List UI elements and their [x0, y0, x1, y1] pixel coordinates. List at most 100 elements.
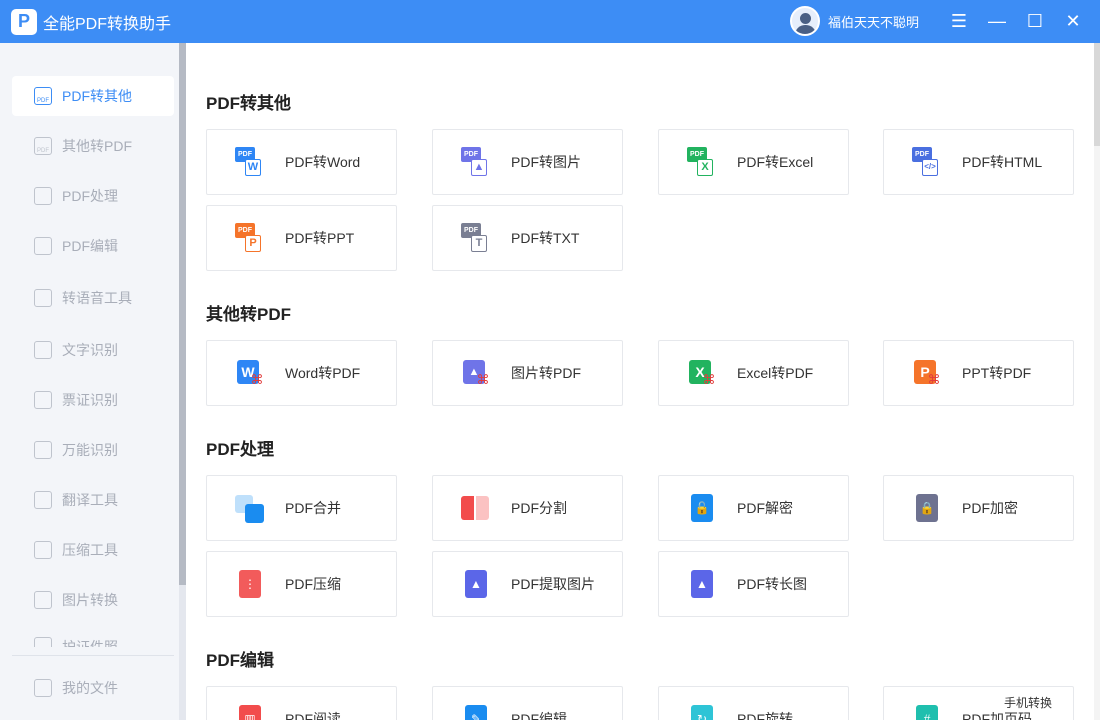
pdf-edit-card[interactable]: ✎ PDF编辑: [432, 686, 623, 720]
card-label: PDF阅读: [285, 711, 341, 720]
pdf-to-ppt-icon: PDF P: [235, 223, 265, 253]
sidebar-item-label: 票证识别: [62, 392, 118, 408]
sidebar-item-label: PDF处理: [62, 188, 118, 204]
card-label: Excel转PDF: [737, 365, 814, 381]
pdf-compress-icon: ⋮: [235, 569, 265, 599]
pdf-page-number-icon: #: [912, 704, 942, 720]
sidebar-item-label: PDF转其他: [62, 88, 132, 104]
card-label: PDF转Word: [285, 154, 361, 170]
sidebar-item-voice-tool[interactable]: 转语音工具: [12, 278, 174, 318]
card-label: PDF编辑: [511, 711, 567, 720]
sidebar-divider: [12, 655, 174, 656]
pdf-read-icon: ▥: [235, 704, 265, 720]
card-label: PDF旋转: [737, 711, 793, 720]
sidebar-item-label: 转语音工具: [62, 290, 132, 306]
maximize-icon[interactable]: ☐: [1022, 9, 1048, 33]
image-convert-icon: [34, 591, 52, 609]
sidebar-item-image-convert[interactable]: 图片转换: [12, 580, 174, 620]
universal-ocr-icon: [34, 441, 52, 459]
pdf-merge-card[interactable]: PDF合并: [206, 475, 397, 541]
card-label: PDF提取图片: [511, 576, 595, 592]
ppt-to-pdf-card[interactable]: P ⌘ PPT转PDF: [883, 340, 1074, 406]
section-title: PDF转其他: [206, 94, 291, 113]
acrobat-icon: ⌘: [927, 372, 941, 387]
card-label: PDF合并: [285, 500, 341, 516]
pdf-decrypt-icon: 🔓: [687, 493, 717, 523]
card-label: Word转PDF: [285, 365, 361, 381]
user-name[interactable]: 福伯天天不聪明: [828, 12, 919, 31]
app-logo-icon: P: [11, 8, 37, 35]
card-label: PDF转长图: [737, 576, 807, 592]
sidebar-item-label: 护证件照: [62, 639, 118, 647]
pdf-to-ppt-card[interactable]: PDF P PDF转PPT: [206, 205, 397, 271]
translate-icon: [34, 491, 52, 509]
sidebar-item-my-files[interactable]: 我的文件: [12, 668, 174, 708]
voice-tool-icon: [34, 289, 52, 307]
pdf-to-image-card[interactable]: PDF ▲ PDF转图片: [432, 129, 623, 195]
user-profile[interactable]: 福伯天天不聪明: [790, 6, 919, 36]
close-icon[interactable]: ✕: [1060, 9, 1086, 33]
sidebar-item-universal-ocr[interactable]: 万能识别: [12, 430, 174, 470]
other-to-pdf-icon: PDF: [34, 137, 52, 155]
sidebar-item-pdf-process[interactable]: PDF处理: [12, 176, 174, 216]
sidebar-item-other-to-pdf[interactable]: PDF 其他转PDF: [12, 126, 174, 166]
pdf-to-long-image-card[interactable]: ▲ PDF转长图: [658, 551, 849, 617]
pdf-compress-card[interactable]: ⋮ PDF压缩: [206, 551, 397, 617]
pdf-encrypt-icon: 🔒: [912, 493, 942, 523]
excel-to-pdf-card[interactable]: X ⌘ Excel转PDF: [658, 340, 849, 406]
pdf-encrypt-card[interactable]: 🔒 PDF加密: [883, 475, 1074, 541]
word-to-pdf-card[interactable]: W ⌘ Word转PDF: [206, 340, 397, 406]
pdf-merge-icon: [235, 493, 265, 523]
text-ocr-icon: [34, 341, 52, 359]
pdf-to-word-icon: PDF W: [235, 147, 265, 177]
main-scrollbar-thumb[interactable]: [1094, 43, 1100, 146]
pdf-extract-image-icon: ▲: [461, 569, 491, 599]
menu-icon[interactable]: ☰: [946, 9, 972, 33]
image-to-pdf-card[interactable]: ▲ ⌘ 图片转PDF: [432, 340, 623, 406]
sidebar-item-label: 我的文件: [62, 680, 118, 696]
card-label: PDF分割: [511, 500, 567, 516]
pdf-to-other-icon: PDF: [34, 87, 52, 105]
sidebar-item-label: 压缩工具: [62, 542, 118, 558]
sidebar: PDF PDF转其他 PDF 其他转PDF PDF处理 PDF编辑 转语音工具 …: [0, 43, 186, 720]
ppt-to-pdf-icon: P ⌘: [912, 358, 942, 388]
card-label: PDF压缩: [285, 576, 341, 592]
id-photo-icon: [34, 637, 52, 647]
pdf-extract-image-card[interactable]: ▲ PDF提取图片: [432, 551, 623, 617]
main-content: PDF转其他 PDF W PDF转Word PDF ▲ PDF转图片 PDF X…: [186, 43, 1100, 720]
pdf-to-txt-card[interactable]: PDF T PDF转TXT: [432, 205, 623, 271]
pdf-decrypt-card[interactable]: 🔓 PDF解密: [658, 475, 849, 541]
sidebar-item-pdf-edit[interactable]: PDF编辑: [12, 226, 174, 266]
sidebar-scrollbar-thumb[interactable]: [179, 43, 186, 585]
pdf-split-card[interactable]: PDF分割: [432, 475, 623, 541]
sidebar-item-text-ocr[interactable]: 文字识别: [12, 330, 174, 370]
pdf-to-html-card[interactable]: PDF </> PDF转HTML: [883, 129, 1074, 195]
pdf-to-txt-icon: PDF T: [461, 223, 491, 253]
sidebar-item-pdf-to-other[interactable]: PDF PDF转其他: [12, 76, 174, 116]
card-label: 图片转PDF: [511, 365, 581, 381]
avatar[interactable]: [790, 6, 820, 36]
card-label: PDF转HTML: [962, 154, 1043, 170]
sidebar-item-label: 其他转PDF: [62, 138, 132, 154]
pdf-edit-card-icon: ✎: [461, 704, 491, 720]
sidebar-item-label: 翻译工具: [62, 492, 118, 508]
mobile-convert-link[interactable]: 手机转换: [1004, 694, 1052, 711]
pdf-to-word-card[interactable]: PDF W PDF转Word: [206, 129, 397, 195]
acrobat-icon: ⌘: [476, 372, 490, 387]
word-to-pdf-icon: W ⌘: [235, 358, 265, 388]
pdf-rotate-icon: ↻: [687, 704, 717, 720]
acrobat-icon: ⌘: [702, 372, 716, 387]
pdf-read-card[interactable]: ▥ PDF阅读: [206, 686, 397, 720]
sidebar-item-id-photo[interactable]: 护证件照: [12, 627, 174, 647]
title-bar: P 全能PDF转换助手 福伯天天不聪明 ☰ — ☐ ✕: [0, 0, 1100, 43]
pdf-to-excel-card[interactable]: PDF X PDF转Excel: [658, 129, 849, 195]
minimize-icon[interactable]: —: [984, 9, 1010, 33]
file-icon: [34, 679, 52, 697]
sidebar-item-label: PDF编辑: [62, 238, 118, 254]
sidebar-item-compress[interactable]: 压缩工具: [12, 530, 174, 570]
pdf-rotate-card[interactable]: ↻ PDF旋转: [658, 686, 849, 720]
card-label: PDF转TXT: [511, 230, 580, 246]
section-title: PDF处理: [206, 440, 274, 459]
sidebar-item-ticket-ocr[interactable]: 票证识别: [12, 380, 174, 420]
sidebar-item-translate[interactable]: 翻译工具: [12, 480, 174, 520]
